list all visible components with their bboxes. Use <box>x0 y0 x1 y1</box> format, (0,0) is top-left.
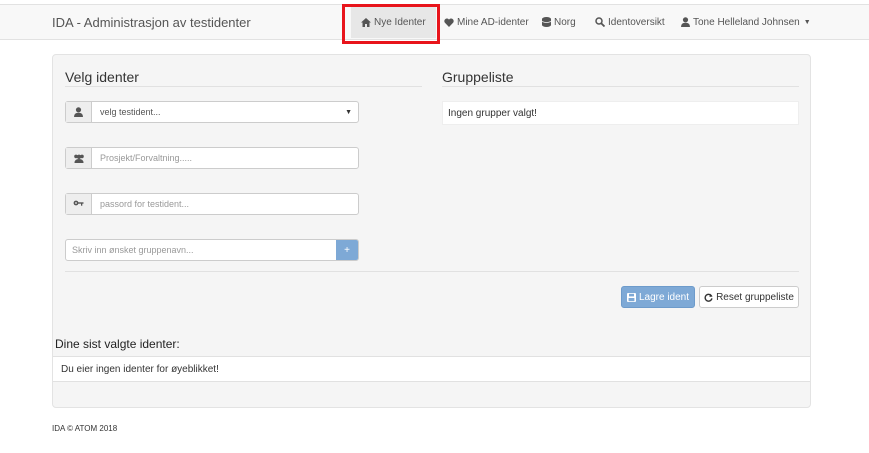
add-group-button[interactable]: + <box>336 240 358 260</box>
testident-select-group: velg testident... ▼ <box>65 101 359 123</box>
recent-identer-box: Du eier ingen identer for øyeblikket! <box>53 356 810 382</box>
reset-gruppeliste-button[interactable]: Reset gruppeliste <box>699 286 799 308</box>
save-icon <box>626 292 636 302</box>
heart-icon <box>444 18 454 27</box>
testident-select-value: velg testident... <box>100 107 161 117</box>
caret-down-icon: ▼ <box>345 108 352 116</box>
recent-identer-title: Dine sist valgte identer: <box>55 337 180 351</box>
prosjekt-group: Prosjekt/Forvaltning..... <box>65 147 359 169</box>
search-icon <box>595 17 605 27</box>
nav-norg-label: Norg <box>554 16 576 28</box>
velg-identer-title: Velg identer <box>65 69 139 85</box>
user-icon <box>681 17 690 27</box>
nav-user-label: Tone Helleland Johnsen <box>693 16 800 28</box>
passord-input[interactable]: passord for testident... <box>92 194 358 214</box>
recent-identer-empty-text: Du eier ingen identer for øyeblikket! <box>61 363 219 375</box>
highlight-annotation <box>342 4 440 44</box>
gruppeliste-empty-text: Ingen grupper valgt! <box>448 107 537 119</box>
gruppeliste-box: Ingen grupper valgt! <box>442 101 799 125</box>
key-icon <box>66 194 92 214</box>
reset-gruppeliste-label: Reset gruppeliste <box>716 291 794 303</box>
nav-user-menu[interactable]: Tone Helleland Johnsen ▼ <box>681 5 811 39</box>
nav-norg[interactable]: Norg <box>542 5 576 39</box>
nav-mine-ad-identer-label: Mine AD-identer <box>457 16 529 28</box>
gruppenavn-input[interactable]: Skriv inn ønsket gruppenavn... <box>66 240 336 260</box>
divider <box>442 86 799 87</box>
passord-group: passord for testident... <box>65 193 359 215</box>
caret-down-icon: ▼ <box>803 18 811 26</box>
testident-select[interactable]: velg testident... ▼ <box>92 102 358 122</box>
users-icon <box>66 148 92 168</box>
nav-identoversikt[interactable]: Identoversikt <box>595 5 665 39</box>
user-icon <box>66 102 92 122</box>
refresh-icon <box>704 293 713 302</box>
divider <box>65 271 799 272</box>
main-panel: Velg identer Gruppeliste velg testident.… <box>52 54 811 408</box>
save-ident-label: Lagre ident <box>638 291 690 303</box>
app-title[interactable]: IDA - Administrasjon av testidenter <box>52 15 251 30</box>
gruppeliste-title: Gruppeliste <box>442 69 514 85</box>
divider <box>65 86 422 87</box>
database-icon <box>542 17 551 27</box>
footer: IDA © ATOM 2018 <box>52 424 118 433</box>
nav-identoversikt-label: Identoversikt <box>608 16 665 28</box>
save-ident-button[interactable]: Lagre ident <box>621 286 695 308</box>
nav-mine-ad-identer[interactable]: Mine AD-identer <box>444 5 529 39</box>
prosjekt-input[interactable]: Prosjekt/Forvaltning..... <box>92 148 358 168</box>
gruppenavn-group: Skriv inn ønsket gruppenavn... + <box>65 239 359 261</box>
